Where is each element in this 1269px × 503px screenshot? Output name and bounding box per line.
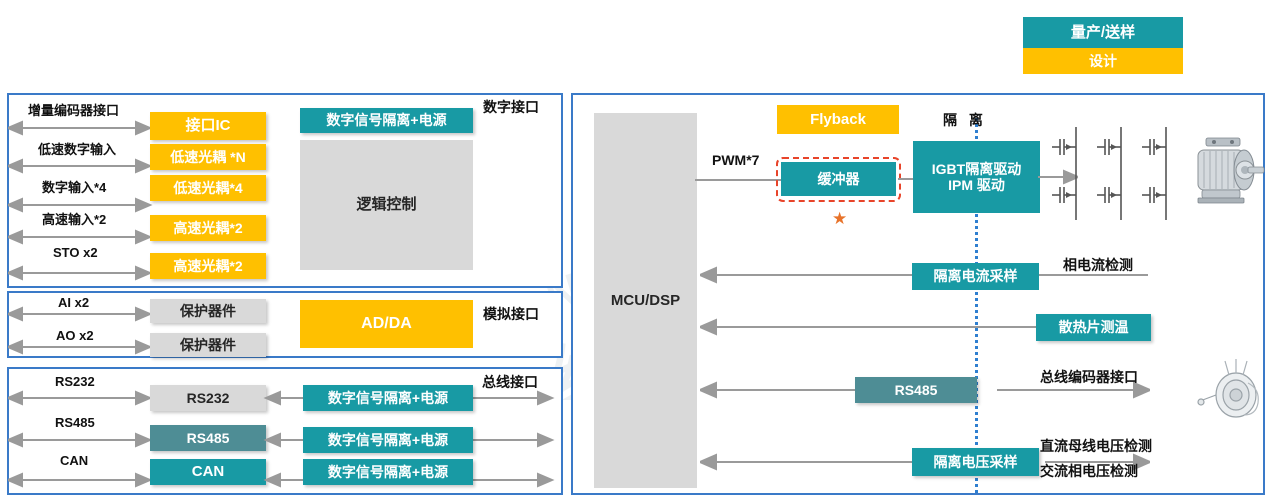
block-buffer: 缓冲器 [781,162,896,196]
block-isolated-voltage-sampling: 隔离电压采样 [912,448,1039,476]
block-bus-isolation-power-2: 数字信号隔离+电源 [303,427,473,453]
block-bus-isolation-power-1: 数字信号隔离+电源 [303,385,473,411]
signal-label-sto-x2: STO x2 [53,245,98,260]
block-logic-control-label: 逻辑控制 [356,196,417,214]
label-dc-bus-voltage-detection: 直流母线电压检测 [1040,438,1152,454]
block-protection-device-1: 保护器件 [150,299,266,323]
block-bus-isolation-power-3-label: 数字信号隔离+电源 [327,463,449,480]
motor-icon [1197,137,1265,204]
block-rs485-bus: RS485 [150,425,266,451]
three-phase-bridge-schematic [1052,127,1167,220]
block-interface-ic: 接口IC [150,112,266,140]
block-low-speed-optocoupler-n: 低速光耦 *N [150,144,266,170]
label-phase-current-detection: 相电流检测 [1063,257,1133,273]
block-mcu-dsp-label: MCU/DSP [610,291,681,309]
block-bus-isolation-power-2-label: 数字信号隔离+电源 [327,431,449,448]
block-can: CAN [150,459,266,485]
signal-label-ai-x2: AI x2 [58,295,90,310]
label-bus-encoder-interface: 总线编码器接口 [1040,369,1138,385]
block-low-speed-optocoupler-4: 低速光耦*4 [150,175,266,201]
digital-interface-section-label: 数字接口 [483,99,539,115]
block-high-speed-optocoupler-2b-label: 高速光耦*2 [173,257,243,274]
block-igbt-driver-line-2: IPM 驱动 [948,177,1005,193]
block-digital-signal-isolation-power-top-label: 数字信号隔离+电源 [326,112,447,129]
block-logic-control: 逻辑控制 [300,140,473,270]
star-icon: ★ [832,209,848,228]
block-bus-isolation-power-1-label: 数字信号隔离+电源 [327,389,449,406]
block-interface-ic-label: 接口IC [185,117,231,135]
block-isolated-current-sampling-label: 隔离电流采样 [933,268,1018,285]
signal-label-encoder: 增量编码器接口 [28,103,120,118]
signal-label-digital-input-4: 数字输入*4 [42,180,107,195]
block-mcu-dsp: MCU/DSP [594,113,697,488]
block-heatsink-temperature: 散热片测温 [1036,314,1151,341]
legend-item-mass-production: 量产/送样 [1023,17,1183,48]
block-buffer-label: 缓冲器 [817,170,860,187]
signal-label-ao-x2: AO x2 [56,328,94,343]
block-high-speed-optocoupler-2b: 高速光耦*2 [150,253,266,279]
encoder-icon [1197,359,1259,418]
isolation-barrier-label: 隔 离 [943,112,987,128]
block-protection-device-2-label: 保护器件 [180,336,236,353]
block-ad-da-label: AD/DA [361,314,412,332]
block-rs232: RS232 [150,385,266,411]
block-protection-device-1-label: 保护器件 [180,302,236,319]
block-low-speed-optocoupler-4-label: 低速光耦*4 [173,179,243,196]
block-bus-isolation-power-3: 数字信号隔离+电源 [303,459,473,485]
block-flyback-label: Flyback [810,110,866,128]
heatsink-arrow [700,318,1038,336]
block-rs485-drive: RS485 [855,377,977,403]
label-ac-phase-voltage-detection: 交流相电压检测 [1040,463,1138,479]
signal-label-high-speed-input-2: 高速输入*2 [42,212,107,227]
signal-label-rs232: RS232 [55,374,95,389]
block-rs485-drive-label: RS485 [894,381,938,398]
block-high-speed-optocoupler-2a-label: 高速光耦*2 [173,219,243,236]
pwm-label: PWM*7 [712,152,760,168]
legend-label-design: 设计 [1089,52,1117,69]
analog-interface-section-label: 模拟接口 [483,306,539,322]
block-flyback: Flyback [777,105,899,134]
signal-label-can: CAN [60,453,89,468]
block-ad-da: AD/DA [300,300,473,348]
block-heatsink-temperature-label: 散热片测温 [1058,319,1129,336]
signal-label-low-speed-digital-input: 低速数字输入 [38,142,117,157]
block-rs232-label: RS232 [186,389,230,406]
block-can-label: CAN [191,463,225,481]
diagram-canvas: NOVOSENSE 纳芯微电子 量产/送样 设计 数字接口 增量编码器接口 低速… [0,0,1269,503]
block-protection-device-2: 保护器件 [150,333,266,357]
block-isolated-current-sampling: 隔离电流采样 [912,263,1039,290]
block-high-speed-optocoupler-2a: 高速光耦*2 [150,215,266,241]
block-digital-signal-isolation-power-top: 数字信号隔离+电源 [300,108,473,133]
block-rs485-bus-label: RS485 [186,429,230,446]
block-isolated-voltage-sampling-label: 隔离电压采样 [933,453,1018,470]
block-igbt-isolated-driver: IGBT隔离驱动 IPM 驱动 [913,141,1040,213]
legend-label-mass-production: 量产/送样 [1070,23,1136,41]
legend-item-design: 设计 [1023,48,1183,74]
block-igbt-driver-line-1: IGBT隔离驱动 [931,160,1022,177]
signal-label-rs485: RS485 [55,415,95,430]
block-low-speed-optocoupler-n-label: 低速光耦 *N [170,148,246,165]
legend: 量产/送样 设计 [1023,17,1183,74]
